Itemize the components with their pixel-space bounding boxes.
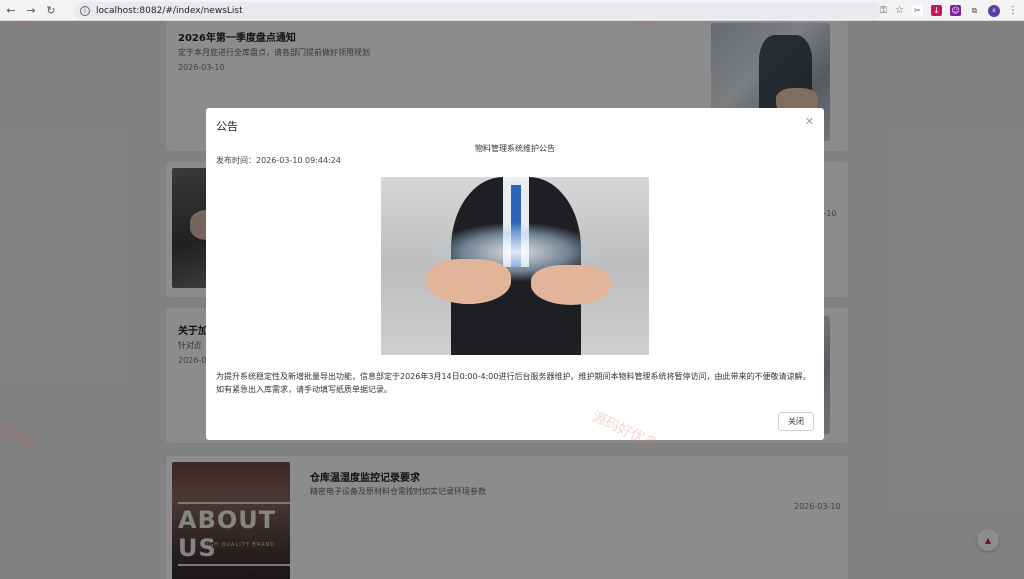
forward-icon[interactable]: → [22,1,40,19]
notice-title: 物料管理系统维护公告 [475,144,555,153]
browser-toolbar: ← → ↻ i localhost:8082/#/index/newsList … [0,0,1024,21]
close-icon[interactable]: ✕ [805,115,814,128]
notice-body: 为提升系统稳定性及新增批量导出功能，信息部定于2026年3月14日0:00-4:… [216,372,811,394]
browser-actions: ⚿ ☆ ✂ ↓ ☺ ⧉ x ⋮ [880,2,1018,19]
browser-menu-icon[interactable]: ⋮ [1008,5,1018,16]
back-icon[interactable]: ← [2,1,20,19]
notice-dialog: 公告 ✕ 物料管理系统维护公告 发布时间：2026-03-10 09:44:24… [206,108,824,440]
url-text: localhost:8082/#/index/newsList [96,5,243,16]
publish-time: 发布时间：2026-03-10 09:44:24 [216,155,341,166]
notice-image [381,177,649,355]
site-info-icon[interactable]: i [80,5,90,16]
publish-label: 发布时间： [216,156,256,165]
extension-download-icon[interactable]: ↓ [931,5,942,16]
publish-value: 2026-03-10 09:44:24 [256,156,341,165]
bookmark-star-icon[interactable]: ☆ [895,5,904,16]
extension-scissors-icon[interactable]: ✂ [912,5,923,16]
profile-avatar[interactable]: x [988,4,1000,17]
extension-user-icon[interactable]: ☺ [950,5,961,16]
close-button[interactable]: 关闭 [778,412,814,431]
extensions-puzzle-icon[interactable]: ⧉ [969,5,980,16]
address-bar[interactable]: i localhost:8082/#/index/newsList [74,2,882,19]
dialog-title: 公告 [216,120,238,133]
reload-icon[interactable]: ↻ [42,1,60,19]
password-key-icon[interactable]: ⚿ [880,6,887,16]
